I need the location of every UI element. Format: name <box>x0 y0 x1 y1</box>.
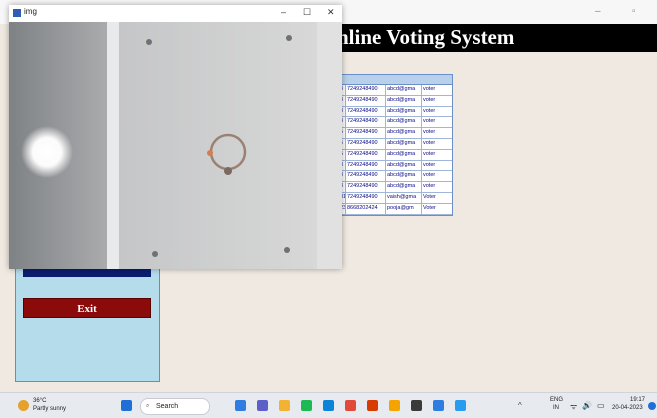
clock-time[interactable]: 19:17 <box>630 397 645 403</box>
table-cell: voter <box>423 118 436 125</box>
table-row[interactable]: 23 8668202424 pooja@gm Voter <box>339 203 452 215</box>
edge-icon[interactable] <box>323 400 334 411</box>
terminal-icon[interactable] <box>411 400 422 411</box>
table-cell: 7249248490 <box>346 95 386 106</box>
table-cell: 7249248490 <box>346 171 386 182</box>
photos-icon[interactable] <box>433 400 444 411</box>
table-row[interactable]: 57249248490abcd@gmavoter <box>339 149 452 161</box>
language-label[interactable]: ENG <box>550 397 563 403</box>
table-header <box>339 75 452 85</box>
table-row[interactable]: 57249248490abcd@gmavoter <box>339 128 452 139</box>
table-row[interactable]: 57249248490abcd@gmavoter <box>339 138 452 150</box>
camera-titlebar[interactable]: img – ☐ ✕ <box>9 5 342 22</box>
weather-temp[interactable]: 36°C <box>33 398 46 404</box>
table-cell: voter <box>423 107 436 114</box>
table-cell: abcd@gma <box>386 117 422 128</box>
notification-icon[interactable] <box>648 402 656 410</box>
camera-window-title: img <box>24 7 37 16</box>
chevron-up-icon[interactable]: ^ <box>518 401 522 410</box>
table-row[interactable]: 37249248490abcd@gmavoter <box>339 95 452 107</box>
app-title: nline Voting System <box>337 25 515 49</box>
table-cell: abcd@gma <box>386 106 422 117</box>
weather-icon[interactable] <box>18 400 29 411</box>
search-icon: ⌕ <box>146 403 150 409</box>
table-cell: 7249248490 <box>346 192 386 203</box>
table-cell: 7249248490 <box>346 106 386 117</box>
table-cell: voter <box>423 161 436 168</box>
weather-desc[interactable]: Partly sunny <box>33 406 66 412</box>
app-icon[interactable] <box>389 400 400 411</box>
table-cell: vaish@gma <box>386 192 422 203</box>
clock-date[interactable]: 20-04-2023 <box>612 405 643 411</box>
app-icon <box>13 9 21 17</box>
battery-icon[interactable]: ▭ <box>597 401 605 410</box>
table-cell: Voter <box>423 193 436 200</box>
table-row[interactable]: 37249248490abcd@gmavoter <box>339 171 452 183</box>
search-box[interactable]: ⌕ Search <box>140 398 210 415</box>
wifi-icon[interactable]: ᯤ <box>570 401 577 412</box>
table-cell: abcd@gma <box>386 182 422 192</box>
table-cell: abcd@gma <box>386 171 422 182</box>
table-row[interactable]: 81 7249248490 vaish@gma Voter <box>339 192 452 204</box>
windows-start-icon[interactable] <box>121 400 132 411</box>
table-row[interactable]: 37249248490abcd@gmavoter <box>339 117 452 129</box>
table-cell: voter <box>423 139 436 146</box>
table-cell: voter <box>423 150 436 157</box>
table-cell: abcd@gma <box>386 128 422 138</box>
table-cell: 8668202424 <box>346 203 386 214</box>
camera-feed <box>9 22 342 269</box>
exit-button[interactable]: Exit <box>23 298 151 318</box>
table-cell: 7249248490 <box>346 182 386 192</box>
maximize-button[interactable]: ▫ <box>632 6 636 17</box>
camera-window: img – ☐ ✕ <box>9 5 342 269</box>
file-explorer-icon[interactable] <box>235 400 246 411</box>
sidebar-panel: Exit <box>15 268 160 382</box>
table-cell: abcd@gma <box>386 149 422 160</box>
spotify-icon[interactable] <box>301 400 312 411</box>
menu-button[interactable] <box>23 269 151 277</box>
teams-icon[interactable] <box>257 400 268 411</box>
search-label: Search <box>156 403 179 410</box>
table-cell: voter <box>423 172 436 179</box>
maximize-button[interactable]: ☐ <box>303 7 311 18</box>
table-cell: abcd@gma <box>386 160 422 171</box>
table-cell: 7249248490 <box>346 117 386 128</box>
taskbar: 36°C Partly sunny ⌕ Search ^ ENG IN ᯤ 🔊 … <box>0 392 657 418</box>
table-cell: 7249248490 <box>346 160 386 171</box>
vscode-icon[interactable] <box>455 400 466 411</box>
table-row[interactable]: 37249248490abcd@gmavoter <box>339 85 452 96</box>
table-cell: voter <box>423 86 436 92</box>
office-icon[interactable] <box>367 400 378 411</box>
table-row[interactable]: 37249248490abcd@gmavoter <box>339 160 452 172</box>
folder-icon[interactable] <box>279 400 290 411</box>
table-cell: abcd@gma <box>386 95 422 106</box>
camera-image <box>9 22 342 269</box>
minimize-button[interactable]: – <box>595 6 601 17</box>
table-cell: voter <box>423 96 436 103</box>
table-row[interactable]: 37249248490abcd@gmavoter <box>339 182 452 193</box>
table-cell: voter <box>423 129 436 136</box>
volume-icon[interactable]: 🔊 <box>582 401 592 410</box>
language-region[interactable]: IN <box>553 405 559 411</box>
table-cell: 7249248490 <box>346 138 386 149</box>
close-button[interactable]: ✕ <box>327 7 335 18</box>
table-cell: abcd@gma <box>386 85 422 95</box>
table-cell: 7249248490 <box>346 128 386 138</box>
chrome-icon[interactable] <box>345 400 356 411</box>
table-row[interactable]: 37249248490abcd@gmavoter <box>339 106 452 118</box>
table-cell: 7249248490 <box>346 149 386 160</box>
table-cell: pooja@gm <box>386 203 422 214</box>
minimize-button[interactable]: – <box>281 7 286 17</box>
app-banner: nline Voting System <box>325 24 657 52</box>
table-cell: Voter <box>423 204 436 211</box>
table-cell: voter <box>423 183 436 190</box>
voters-table: 37249248490abcd@gmavoter37249248490abcd@… <box>338 74 453 216</box>
table-cell: abcd@gma <box>386 138 422 149</box>
table-cell: 7249248490 <box>346 85 386 95</box>
